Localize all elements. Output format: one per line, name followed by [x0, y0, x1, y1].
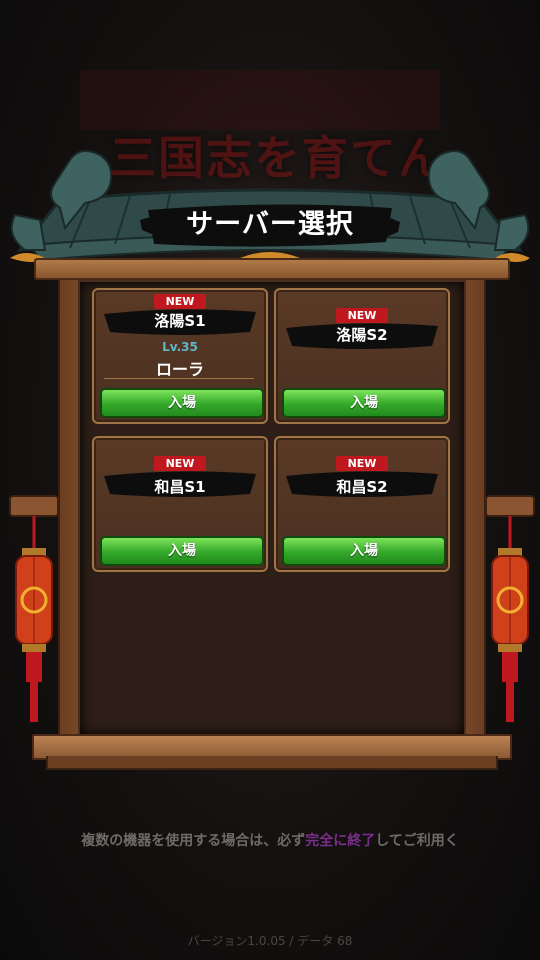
- server-card-luoyang-s1[interactable]: NEW 洛陽S1 Lv.35 ローラ 入場: [92, 288, 268, 424]
- title-banner: サーバー選択: [140, 200, 400, 250]
- page-title: サーバー選択: [186, 209, 354, 240]
- server-name: 和昌S2: [336, 478, 388, 496]
- notice-highlight: 完全に終了: [305, 833, 376, 849]
- enter-button[interactable]: 入場: [282, 388, 446, 418]
- multi-device-notice: 複数の機器を使用する場合は、必ず完全に終了してご利用く: [0, 830, 540, 850]
- server-name: 和昌S1: [154, 478, 206, 496]
- server-card-wachang-s2[interactable]: NEW 和昌S2 入場: [274, 436, 450, 572]
- right-lantern-icon: [485, 495, 535, 722]
- player-level: Lv.35: [162, 340, 198, 354]
- board-bottom-trim: [46, 756, 498, 770]
- server-name: 洛陽S2: [336, 326, 388, 344]
- server-card-luoyang-s2[interactable]: NEW 洛陽S2 入場: [274, 288, 450, 424]
- divider: [104, 378, 254, 379]
- player-name: ローラ: [155, 360, 204, 379]
- enter-button[interactable]: 入場: [100, 388, 264, 418]
- enter-button[interactable]: 入場: [100, 536, 264, 566]
- server-name: 洛陽S1: [154, 312, 206, 330]
- version-label: バージョン1.0.05 / データ 68: [187, 934, 353, 948]
- notice-text-after: してご利用く: [375, 833, 459, 849]
- server-card-wachang-s1[interactable]: NEW 和昌S1 入場: [92, 436, 268, 572]
- notice-text-before: 複数の機器を使用する場合は、必ず: [81, 833, 306, 849]
- enter-button[interactable]: 入場: [282, 536, 446, 566]
- left-lantern-icon: [9, 495, 59, 722]
- board-top-beam: [34, 258, 510, 280]
